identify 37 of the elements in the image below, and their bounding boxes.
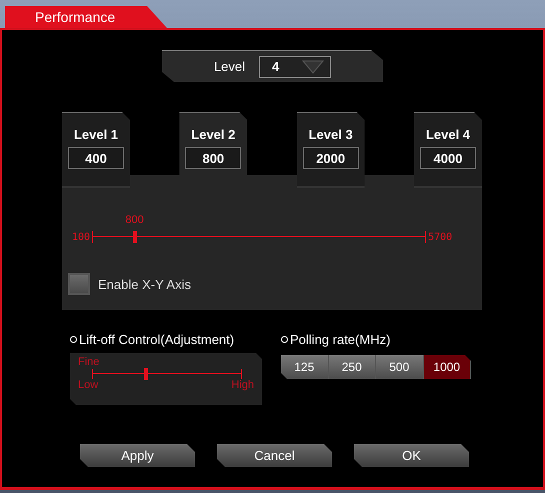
level-tab-label: Level 1 — [74, 127, 118, 142]
level-label: Level — [214, 59, 246, 74]
level-tab-label: Level 2 — [191, 127, 236, 142]
lift-off-slider[interactable] — [92, 369, 242, 379]
cancel-button[interactable]: Cancel — [217, 444, 332, 467]
slider-thumb[interactable] — [132, 231, 137, 243]
level-tab-label: Level 4 — [426, 127, 470, 142]
level-tab[interactable]: Level 2 800 — [179, 112, 248, 175]
level-tab[interactable]: Level 3 2000 — [296, 112, 365, 188]
dpi-value-field[interactable]: 400 — [68, 147, 124, 169]
section-title: Polling rate(MHz) — [290, 332, 390, 346]
bullet-icon — [281, 336, 288, 342]
level-dropdown[interactable]: 4 — [259, 56, 332, 78]
slider-reading: 800 — [125, 214, 144, 226]
slider-thumb[interactable] — [144, 368, 148, 380]
checkbox[interactable] — [68, 273, 90, 295]
checkbox-label: Enable X-Y Axis — [98, 276, 191, 292]
level-tab[interactable]: Level 1 400 — [62, 112, 130, 188]
section-title: Lift-off Control(Adjustment) — [79, 332, 234, 346]
polling-rate-option[interactable]: 250 — [328, 355, 376, 379]
level-tab[interactable]: Level 4 4000 — [414, 112, 482, 188]
dpi-value-field[interactable]: 4000 — [420, 147, 476, 169]
bullet-icon — [70, 336, 77, 342]
caret-icon — [302, 60, 324, 74]
polling-rate-option[interactable]: 1000 — [424, 355, 471, 379]
polling-rate-option[interactable]: 125 — [281, 355, 328, 379]
dpi-value-field[interactable]: 2000 — [302, 147, 359, 169]
slider-label: High — [231, 379, 254, 391]
min-label: 100 — [72, 232, 90, 242]
apply-button[interactable]: Apply — [80, 444, 195, 467]
slider-label: Fine — [78, 356, 100, 368]
polling-rate-option[interactable]: 500 — [376, 355, 424, 379]
dpi-value-field[interactable]: 800 — [185, 147, 242, 169]
level-tab-label: Level 3 — [308, 127, 353, 142]
max-label: 5700 — [428, 232, 452, 242]
ok-button[interactable]: OK — [354, 444, 469, 467]
slider-label: Low — [78, 379, 98, 391]
